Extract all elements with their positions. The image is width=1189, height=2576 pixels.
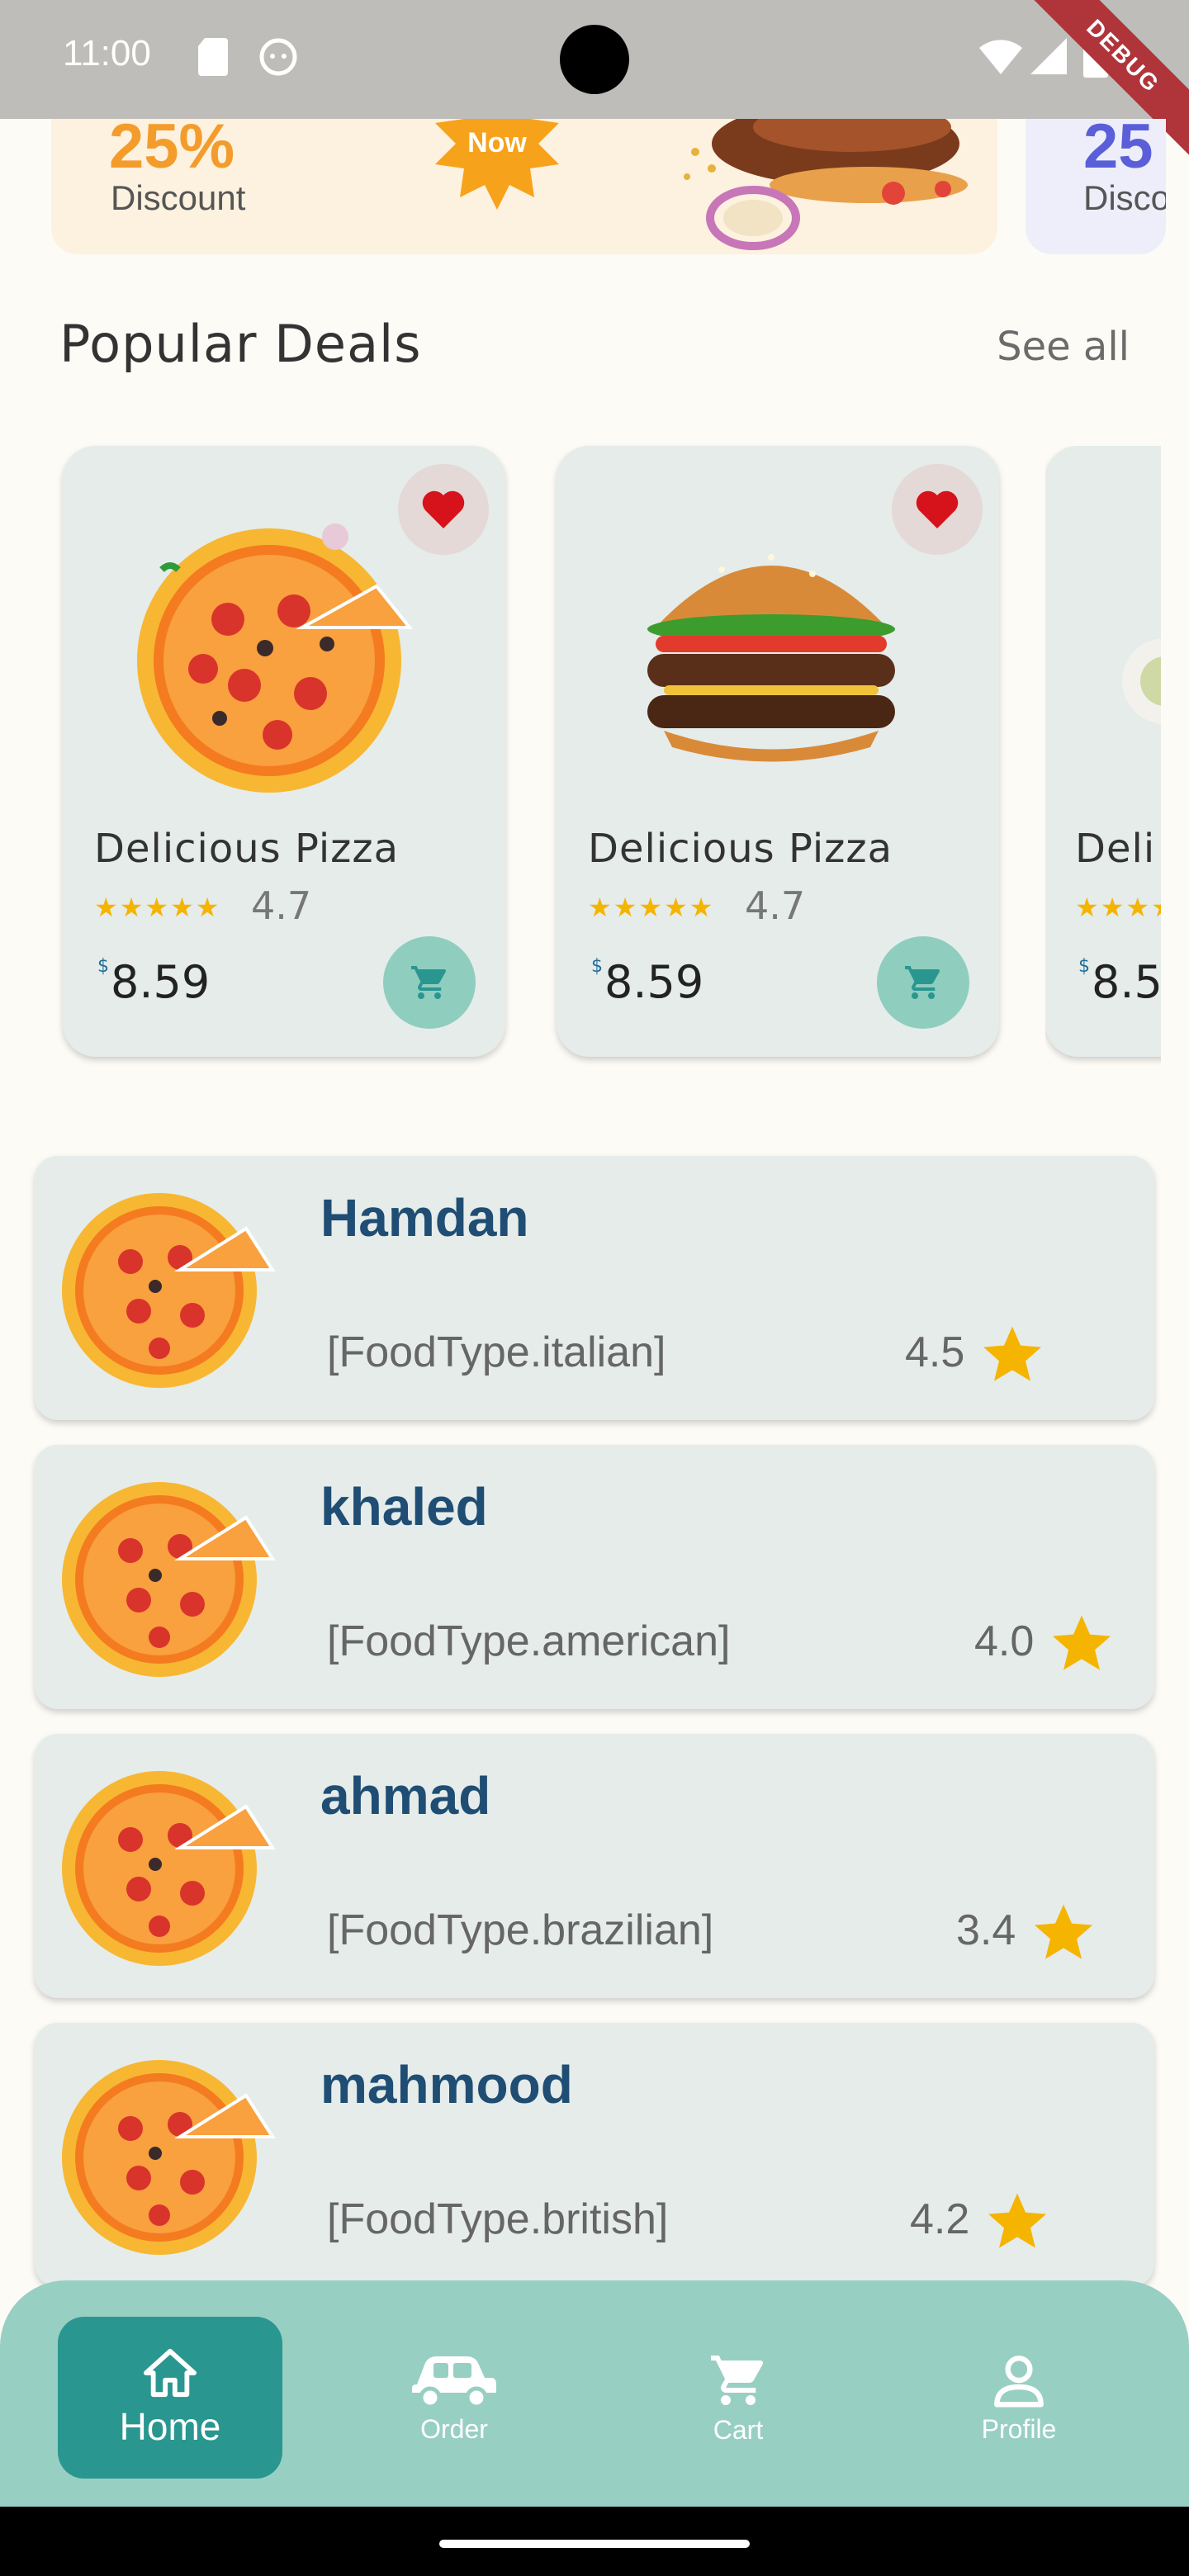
deal-name: Delicious Pizza — [94, 826, 399, 872]
salad-image — [1122, 638, 1161, 724]
restaurant-rating: 4.2 — [910, 2195, 970, 2243]
restaurant-card[interactable]: Hamdan [FoodType.italian] 4.5 — [35, 1156, 1154, 1420]
nav-item-cart[interactable]: Cart — [626, 2317, 850, 2479]
face-icon — [259, 38, 297, 76]
restaurant-name: mahmood — [320, 2055, 573, 2114]
deal-price: 8.59 — [604, 956, 704, 1008]
promo-label: Discount — [111, 178, 246, 217]
restaurant-name: Hamdan — [320, 1188, 529, 1248]
promo-percent: 25% — [109, 119, 235, 182]
home-icon — [144, 2348, 197, 2398]
home-indicator[interactable] — [439, 2540, 750, 2548]
restaurant-card[interactable]: khaled [FoodType.american] 4.0 — [35, 1445, 1154, 1709]
rating-stars-icon: ★★★★★ — [1075, 892, 1161, 923]
signal-icon — [1030, 38, 1067, 74]
wifi-icon — [979, 40, 1022, 74]
starburst-icon: Now — [435, 119, 559, 210]
cart-icon — [411, 966, 447, 999]
restaurant-rating: 4.0 — [974, 1617, 1035, 1665]
deal-name: Delicious Pizza — [588, 826, 893, 872]
deal-price: 8.59 — [111, 956, 211, 1008]
deal-card[interactable]: Deli ★★★★★ $ 8.5 — [1045, 446, 1161, 1057]
star-icon — [1035, 1904, 1092, 1959]
deal-name: Deli — [1075, 826, 1156, 872]
profile-icon — [994, 2355, 1044, 2408]
cart-icon — [711, 2355, 764, 2405]
pizza-image — [62, 2060, 276, 2255]
delivery-truck-icon — [412, 2356, 496, 2408]
restaurant-name: ahmad — [320, 1766, 491, 1825]
nav-label: Profile — [981, 2413, 1057, 2444]
promo-label: Disco — [1083, 178, 1166, 217]
restaurant-food-type: [FoodType.british] — [327, 2195, 669, 2243]
deal-card[interactable]: Delicious Pizza ★★★★★ 4.7 $ 8.59 — [557, 446, 999, 1057]
promo-badge: Now — [467, 127, 527, 159]
cart-icon — [905, 966, 940, 999]
status-bar: 11:00 DEBUG — [0, 0, 1189, 160]
section-title-popular-deals: Popular Deals — [59, 314, 422, 374]
rating-stars-icon: ★★★★★ — [94, 892, 221, 923]
nav-item-profile[interactable]: Profile — [907, 2317, 1131, 2479]
deal-price: 8.5 — [1092, 956, 1161, 1008]
status-time: 11:00 — [63, 33, 151, 73]
star-icon — [983, 1326, 1041, 1381]
star-icon — [1053, 1615, 1111, 1670]
deal-card-clip: Deli ★★★★★ $ 8.5 — [1045, 446, 1161, 1065]
bottom-navigation: Home Order Cart Profile — [0, 2280, 1189, 2507]
promo-banner[interactable]: 25% Discount Now — [51, 119, 997, 254]
add-to-cart-button[interactable] — [877, 936, 969, 1029]
pizza-image — [62, 1482, 276, 1677]
restaurant-name: khaled — [320, 1477, 488, 1537]
see-all-link[interactable]: See all — [997, 324, 1130, 370]
pizza-image — [62, 1193, 276, 1388]
deal-currency: $ — [97, 956, 109, 977]
heart-icon — [422, 490, 465, 528]
nav-label: Order — [420, 2413, 488, 2444]
rating-stars-icon: ★★★★★ — [588, 892, 715, 923]
pizza-image — [137, 523, 414, 793]
deal-currency: $ — [1078, 956, 1090, 977]
heart-icon — [916, 490, 959, 528]
nav-label: Cart — [713, 2414, 764, 2445]
add-to-cart-button[interactable] — [383, 936, 476, 1029]
promo-percent: 25 — [1083, 119, 1153, 182]
restaurant-card[interactable]: mahmood [FoodType.british] 4.2 — [35, 2023, 1154, 2287]
deal-rating: 4.7 — [745, 883, 806, 928]
restaurant-rating: 3.4 — [956, 1906, 1016, 1954]
nav-label: Home — [119, 2405, 221, 2448]
camera-cutout — [560, 25, 629, 94]
restaurant-rating: 4.5 — [905, 1328, 965, 1376]
restaurant-food-type: [FoodType.american] — [327, 1617, 731, 1665]
burger-image — [647, 554, 895, 762]
restaurant-food-type: [FoodType.italian] — [327, 1328, 666, 1376]
pizza-image — [62, 1771, 276, 1966]
burger-image — [684, 119, 968, 250]
nav-item-home[interactable]: Home — [58, 2317, 282, 2479]
deal-currency: $ — [591, 956, 603, 977]
restaurant-food-type: [FoodType.brazilian] — [327, 1906, 714, 1954]
star-icon — [988, 2193, 1046, 2248]
restaurant-card[interactable]: ahmad [FoodType.brazilian] 3.4 — [35, 1734, 1154, 1998]
nav-item-order[interactable]: Order — [342, 2317, 566, 2479]
deal-card[interactable]: Delicious Pizza ★★★★★ 4.7 $ 8.59 — [63, 446, 505, 1057]
sd-card-icon — [198, 38, 228, 76]
deal-rating: 4.7 — [251, 883, 312, 928]
promo-banner-2[interactable]: 25 Disco — [1026, 119, 1166, 254]
